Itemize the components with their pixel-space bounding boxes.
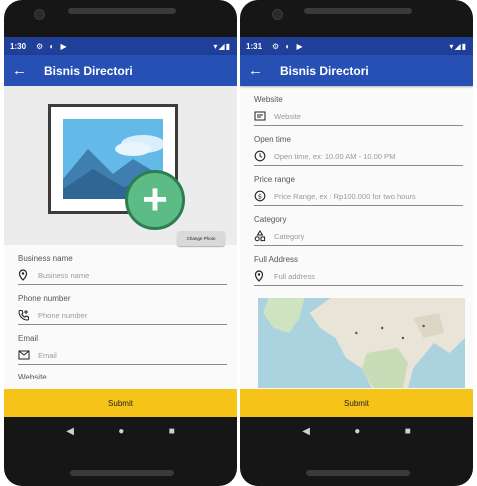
- location-pin-icon: [254, 270, 270, 282]
- nav-back-icon[interactable]: ◀: [302, 426, 310, 437]
- bottom-speaker: [306, 470, 410, 476]
- email-field: Email Email: [18, 334, 227, 365]
- app-bar: ← Bisnis Directori: [240, 55, 473, 86]
- earpiece-speaker: [68, 8, 176, 14]
- signal-battery-icons: ▾◢▮: [449, 41, 467, 51]
- price-range-field: Price range $ Price Range, ex : Rp100.00…: [254, 175, 463, 206]
- screen-left: 1:30 ⚙ ◐ ▶ ▾◢▮ ← Bisnis Directori + Chan…: [4, 37, 237, 417]
- field-label: Category: [254, 215, 287, 224]
- full-address-field: Full Address Full address: [254, 255, 463, 286]
- front-camera: [34, 9, 45, 20]
- status-time: 1:31: [246, 41, 263, 51]
- website-input[interactable]: Website: [274, 112, 301, 121]
- phone-number-field: Phone number Phone number: [18, 294, 227, 325]
- phone-left: 1:30 ⚙ ◐ ▶ ▾◢▮ ← Bisnis Directori + Chan…: [4, 0, 237, 486]
- business-name-input[interactable]: Business name: [38, 271, 89, 280]
- svg-text:$: $: [258, 192, 262, 200]
- status-icons: ⚙ ◐ ▶: [36, 41, 69, 51]
- back-arrow-icon[interactable]: ←: [12, 62, 36, 79]
- nav-home-icon[interactable]: ●: [354, 426, 360, 437]
- web-icon: [254, 111, 270, 121]
- full-address-input[interactable]: Full address: [274, 272, 315, 281]
- phone-right: 1:31 ⚙ ◐ ▶ ▾◢▮ ← Bisnis Directori Websit…: [240, 0, 473, 486]
- phone-add-icon: [18, 309, 34, 321]
- nav-back-icon[interactable]: ◀: [66, 426, 74, 437]
- nav-recent-icon[interactable]: ■: [405, 426, 411, 437]
- status-bar: 1:30 ⚙ ◐ ▶ ▾◢▮: [4, 37, 237, 55]
- form-right: Website Website Open time Open time, ex:…: [240, 95, 473, 286]
- status-bar: 1:31 ⚙ ◐ ▶ ▾◢▮: [240, 37, 473, 55]
- field-label: Open time: [254, 135, 291, 144]
- location-pin-icon: [18, 269, 34, 281]
- screen-right: 1:31 ⚙ ◐ ▶ ▾◢▮ ← Bisnis Directori Websit…: [240, 37, 473, 417]
- field-label: Price range: [254, 175, 295, 184]
- field-label: Email: [18, 334, 39, 343]
- category-input[interactable]: Category: [274, 232, 304, 241]
- field-label: Business name: [18, 254, 73, 263]
- clock-icon: [254, 150, 270, 162]
- submit-button[interactable]: Submit: [4, 389, 237, 417]
- open-time-field: Open time Open time, ex: 10.00 AM - 10.0…: [254, 135, 463, 166]
- price-range-input[interactable]: Price Range, ex : Rp100.000 for two hour…: [274, 192, 416, 201]
- app-bar: ← Bisnis Directori: [4, 55, 237, 86]
- field-label: Full Address: [254, 255, 299, 264]
- form-left: Business name Business name Phone number…: [4, 254, 237, 379]
- category-field: Category Category: [254, 215, 463, 246]
- page-title: Bisnis Directori: [280, 63, 369, 78]
- email-input[interactable]: Email: [38, 351, 57, 360]
- earpiece-speaker: [304, 8, 412, 14]
- nav-bar: ◀ ● ■: [4, 417, 237, 445]
- business-name-field: Business name Business name: [18, 254, 227, 285]
- submit-button[interactable]: Submit: [240, 389, 473, 417]
- field-label: Website: [254, 95, 283, 104]
- nav-bar: ◀ ● ■: [240, 417, 473, 445]
- field-label: Phone number: [18, 294, 71, 303]
- front-camera: [272, 9, 283, 20]
- phone-number-input[interactable]: Phone number: [38, 311, 87, 320]
- mail-icon: [18, 350, 34, 360]
- nav-home-icon[interactable]: ●: [118, 426, 124, 437]
- signal-battery-icons: ▾◢▮: [213, 41, 231, 51]
- change-photo-button[interactable]: Change Photo: [177, 231, 225, 246]
- status-icons: ⚙ ◐ ▶: [272, 41, 305, 51]
- bottom-speaker: [70, 470, 174, 476]
- back-arrow-icon[interactable]: ←: [248, 62, 272, 79]
- map-view[interactable]: [258, 298, 465, 388]
- photo-area: + Change Photo: [4, 86, 237, 246]
- category-icon: [254, 230, 270, 242]
- website-label-cutoff: Website: [18, 373, 47, 379]
- nav-recent-icon[interactable]: ■: [169, 426, 175, 437]
- dollar-icon: $: [254, 190, 270, 202]
- status-time: 1:30: [10, 41, 27, 51]
- open-time-input[interactable]: Open time, ex: 10.00 AM - 10.00 PM: [274, 152, 395, 161]
- add-photo-icon[interactable]: +: [125, 170, 185, 230]
- page-title: Bisnis Directori: [44, 63, 133, 78]
- website-field: Website Website: [254, 95, 463, 126]
